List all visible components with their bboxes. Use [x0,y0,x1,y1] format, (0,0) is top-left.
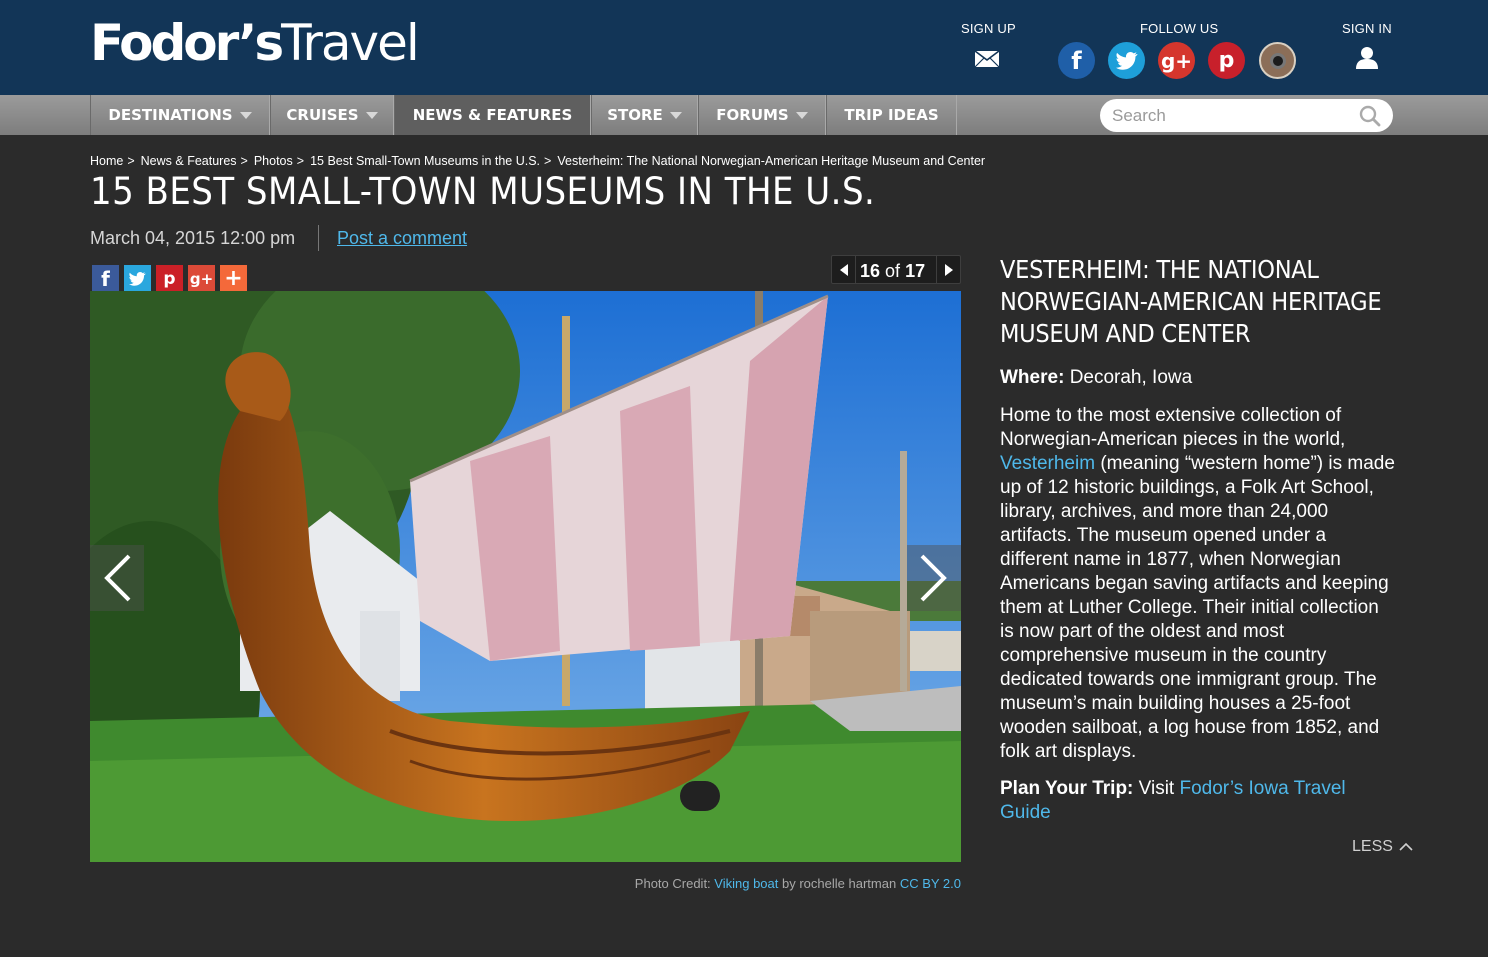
user-icon[interactable] [1355,46,1379,70]
viking-boat-photo [90,291,961,862]
chevron-left-icon [104,554,131,602]
photo-credit: Photo Credit: Viking boat by rochelle ha… [635,876,961,891]
share-twitter-icon[interactable] [124,265,151,292]
nav-destinations-label: DESTINATIONS [108,106,233,124]
plan-trip-line: Plan Your Trip: Visit Fodor’s Iowa Trave… [1000,777,1395,825]
pinterest-glyph: p [1218,48,1235,73]
nav-cruises-label: CRUISES [286,106,359,124]
slide-description: Home to the most extensive collection of… [1000,404,1395,764]
share-more-icon[interactable]: + [220,265,247,292]
signup-label[interactable]: SIGN UP [961,21,1016,36]
where-label: Where: [1000,367,1065,388]
counter-current: 16 [860,261,881,281]
slide-next-button[interactable] [907,545,961,611]
site-header: Fodor’s Travel SIGN UP FOLLOW US f g+ p S… [0,0,1488,95]
chevron-down-icon [795,111,808,119]
share-facebook-glyph: f [101,266,110,291]
breadcrumb-separator: > [544,154,552,168]
plan-visit: Visit [1138,778,1175,799]
nav-destinations[interactable]: DESTINATIONS [90,95,270,135]
logo-bold-text: Fodor’s [90,14,284,72]
nav-news-features-label: NEWS & FEATURES [412,106,573,124]
search-input[interactable] [1112,104,1352,128]
breadcrumb: Home > News & Features > Photos > 15 Best S… [90,154,989,168]
search-icon[interactable] [1359,105,1381,127]
less-label: LESS [1352,838,1393,855]
breadcrumb-photos[interactable]: Photos [254,154,293,168]
pinterest-icon[interactable]: p [1208,42,1245,79]
facebook-glyph: f [1071,46,1082,75]
divider [318,225,319,251]
nav-forums[interactable]: FORUMS [698,95,826,135]
nav-cruises[interactable]: CRUISES [270,95,394,135]
logo-light-text: Travel [281,14,420,72]
license-link[interactable]: CC BY 2.0 [900,876,961,891]
counter-total: 17 [905,261,926,281]
facebook-icon[interactable]: f [1058,42,1095,79]
nav-forums-label: FORUMS [716,106,789,124]
description-part-2: (meaning “western home”) is made up of 1… [1000,453,1395,762]
post-comment-link[interactable]: Post a comment [337,228,467,249]
share-google-plus-glyph: g+ [189,269,214,288]
photo-credit-prefix: Photo Credit: [634,876,711,891]
photo-author: by rochelle hartman [782,876,897,891]
breadcrumb-article[interactable]: 15 Best Small-Town Museums in the U.S. [310,154,540,168]
counter-prev-button[interactable] [832,256,856,283]
breadcrumb-news-features[interactable]: News & Features [141,154,237,168]
vesterheim-link[interactable]: Vesterheim [1000,453,1095,474]
google-plus-glyph: g+ [1160,48,1193,73]
share-more-glyph: + [224,266,243,291]
share-google-plus-icon[interactable]: g+ [188,265,215,292]
slide-counter: 16 of 17 [831,255,961,284]
twitter-bird-icon [1115,51,1138,70]
slide-title: Vesterheim: The National Norwegian-Ameri… [1000,255,1382,348]
less-toggle[interactable]: LESS [1352,838,1413,856]
chevron-right-icon [920,554,947,602]
nav-news-features[interactable]: NEWS & FEATURES [394,95,591,135]
breadcrumb-separator: > [127,154,135,168]
slide-caption: Vesterheim: The National Norwegian-Ameri… [1000,254,1395,825]
breadcrumb-separator: > [296,154,305,168]
slide-prev-button[interactable] [90,545,144,611]
share-pinterest-glyph: p [163,268,176,289]
google-plus-icon[interactable]: g+ [1158,42,1195,79]
counter-of: of [885,261,901,281]
page-title: 15 Best Small-Town Museums in the U.S. [90,170,876,213]
chevron-down-icon [669,111,682,119]
search-box [1100,99,1393,132]
nav-store-label: STORE [607,106,663,124]
instagram-icon[interactable] [1259,42,1296,79]
share-pinterest-icon[interactable]: p [156,265,183,292]
twitter-icon[interactable] [1108,42,1145,79]
chevron-down-icon [365,111,378,119]
triangle-left-icon [839,263,848,276]
nav-trip-ideas-label: TRIP IDEAS [844,106,939,124]
slide-photo [90,291,961,862]
photo-title-link[interactable]: Viking boat [714,876,778,891]
breadcrumb-home[interactable]: Home [90,154,123,168]
breadcrumb-separator: > [240,154,248,168]
post-date: March 04, 2015 12:00 pm [90,228,296,248]
site-logo[interactable]: Fodor’s Travel [90,14,420,78]
mail-icon[interactable] [974,50,1000,68]
nav-trip-ideas[interactable]: TRIP IDEAS [826,95,957,135]
signin-label[interactable]: SIGN IN [1342,21,1392,36]
plan-label: Plan Your Trip: [1000,778,1134,799]
follow-us-label: FOLLOW US [1140,21,1219,36]
counter-next-button[interactable] [936,256,960,283]
counter-text: 16 of 17 [860,261,925,282]
chevron-down-icon [239,111,252,119]
where-line: Where: Decorah, Iowa [1000,366,1395,390]
where-value: Decorah, Iowa [1069,367,1193,388]
description-part-1: Home to the most extensive collection of… [1000,405,1346,450]
share-facebook-icon[interactable]: f [92,265,119,292]
twitter-bird-icon [129,271,146,286]
chevron-up-icon [1399,842,1413,851]
nav-store[interactable]: STORE [591,95,698,135]
instagram-lens [1269,52,1286,69]
breadcrumb-current: Vesterheim: The National Norwegian-Ameri… [557,154,986,168]
triangle-right-icon [944,263,953,276]
